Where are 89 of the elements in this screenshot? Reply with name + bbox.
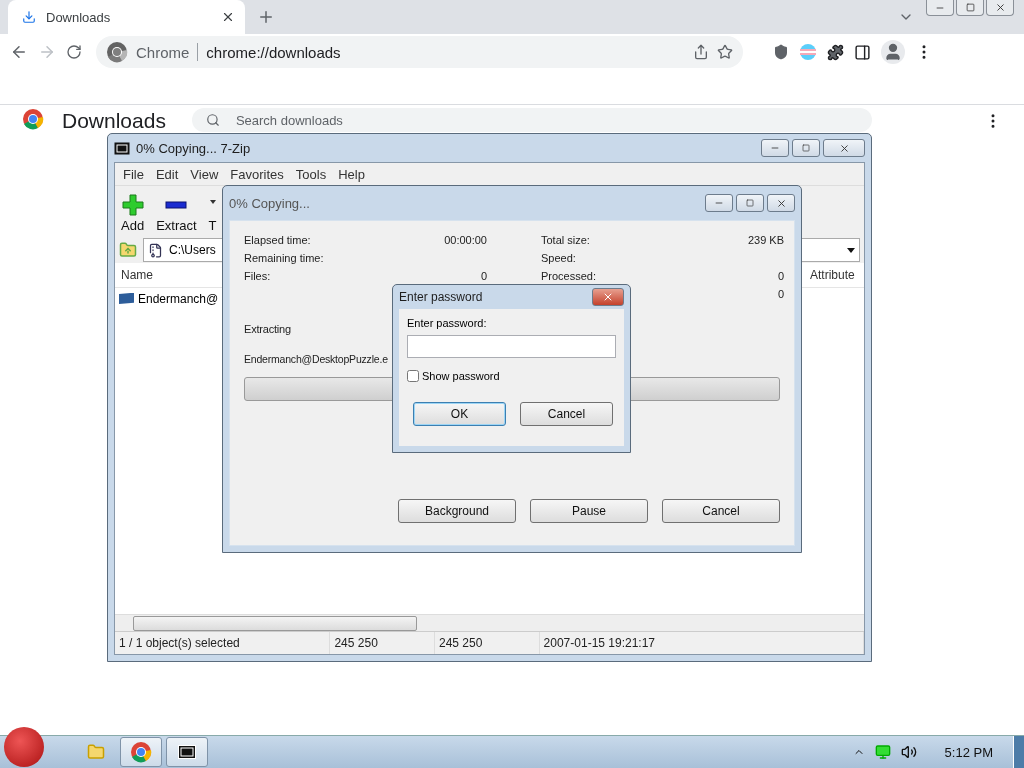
toolbar-button[interactable]: Add [121, 194, 145, 233]
extensions-icon[interactable] [827, 43, 844, 61]
stat-label: Elapsed time: [244, 234, 311, 246]
field-label: Enter password: [407, 317, 488, 329]
profile-icon[interactable] [881, 40, 905, 64]
stat-value: 0 [480, 270, 487, 282]
maximize-icon [802, 144, 810, 152]
menu-item[interactable]: View [190, 166, 219, 182]
dialog-button[interactable]: Cancel [520, 402, 613, 426]
stat-label: Processed: [541, 270, 597, 282]
minimize-button[interactable] [926, 0, 954, 16]
stat-label: Remaining time: [244, 252, 324, 264]
menu-item[interactable]: Tools [295, 166, 327, 182]
dropdown-icon[interactable] [847, 247, 855, 253]
stat-value: 239 KB [747, 234, 784, 246]
archive-file-icon [148, 242, 163, 258]
search-field[interactable]: Search downloads [191, 108, 872, 132]
maximize-button[interactable] [736, 194, 764, 212]
start-button[interactable] [4, 727, 44, 767]
close-icon [838, 142, 850, 154]
status-text: 245 250 [330, 632, 435, 654]
window-title: 0% Copying... 7-Zip [136, 140, 252, 156]
close-icon [602, 291, 614, 303]
dialog-title: Enter password [399, 290, 484, 304]
toolbar-button[interactable]: T [208, 200, 217, 233]
close-button[interactable] [767, 194, 795, 212]
arrow-icon [209, 200, 216, 204]
close-button[interactable] [823, 139, 865, 157]
volume-icon[interactable] [900, 744, 917, 760]
address-bar[interactable]: Chrome chrome://downloads [96, 36, 743, 68]
maximize-icon [746, 199, 754, 207]
stat-value: 00:00:00 [444, 234, 487, 246]
search-icon [205, 113, 220, 127]
plus-icon [121, 194, 144, 216]
browser-tab[interactable]: Downloads [8, 0, 245, 34]
dialog-button[interactable]: OK [413, 402, 506, 426]
stat-label: Speed: [541, 252, 576, 264]
bookmark-icon[interactable] [717, 44, 733, 60]
restore-button[interactable] [956, 0, 984, 16]
chrome-icon [106, 41, 128, 63]
stat-value: 0 [777, 288, 784, 300]
file-icon [119, 293, 135, 305]
scrollbar[interactable] [115, 614, 864, 631]
taskbar-button[interactable] [166, 737, 208, 767]
minimize-button[interactable] [705, 194, 733, 212]
download-icon [22, 10, 36, 24]
close-icon [775, 197, 787, 209]
dialog-button[interactable]: Pause [530, 499, 648, 523]
close-button[interactable] [986, 0, 1014, 16]
close-icon[interactable] [221, 10, 235, 24]
shield-icon[interactable] [773, 44, 789, 60]
file-name: Endermanch@DesktopPuzzle.e [244, 353, 388, 365]
checkbox[interactable] [407, 370, 419, 382]
chrome-icon [130, 741, 152, 763]
menu-item[interactable]: Favorites [230, 166, 284, 182]
maximize-button[interactable] [792, 139, 820, 157]
toolbar-button[interactable]: Extract [156, 194, 197, 233]
file-name[interactable]: Endermanch@ [138, 292, 219, 306]
show-desktop-button[interactable] [1013, 736, 1024, 768]
new-tab-icon[interactable] [257, 8, 275, 26]
dialog-button[interactable]: Background [398, 499, 516, 523]
status-text: 1 / 1 object(s) selected [115, 632, 331, 654]
folder-up-icon[interactable] [119, 241, 137, 259]
stat-value: 0 [777, 270, 784, 282]
side-panel-icon[interactable] [854, 43, 871, 61]
stat-label: Files: [244, 270, 271, 282]
stat-label: Total size: [541, 234, 590, 246]
minimize-button[interactable] [761, 139, 789, 157]
menu-item[interactable]: Help [338, 166, 365, 182]
action-text: Extracting [244, 323, 291, 335]
column-header[interactable]: Attribute [804, 268, 864, 282]
dialog-button[interactable]: Cancel [662, 499, 780, 523]
menu-item[interactable]: File [123, 166, 144, 182]
dialog-title: 0% Copying... [229, 195, 311, 211]
folder-icon [87, 743, 105, 761]
close-icon [994, 2, 1006, 13]
status-text: 245 250 [435, 632, 540, 654]
back-icon[interactable] [10, 43, 28, 61]
status-text: 2007-01-15 19:21:17 [539, 632, 864, 654]
reload-icon[interactable] [66, 44, 82, 60]
menu-item[interactable]: Edit [155, 166, 179, 182]
clock[interactable]: 5:12 PM [944, 744, 993, 760]
restore-icon [965, 3, 975, 12]
chrome-logo [22, 108, 44, 130]
close-button[interactable] [592, 288, 624, 306]
checkbox-label[interactable]: Show password [422, 370, 500, 382]
page-title: Downloads [62, 110, 166, 132]
share-icon[interactable] [693, 44, 709, 60]
password-field[interactable] [407, 335, 616, 358]
